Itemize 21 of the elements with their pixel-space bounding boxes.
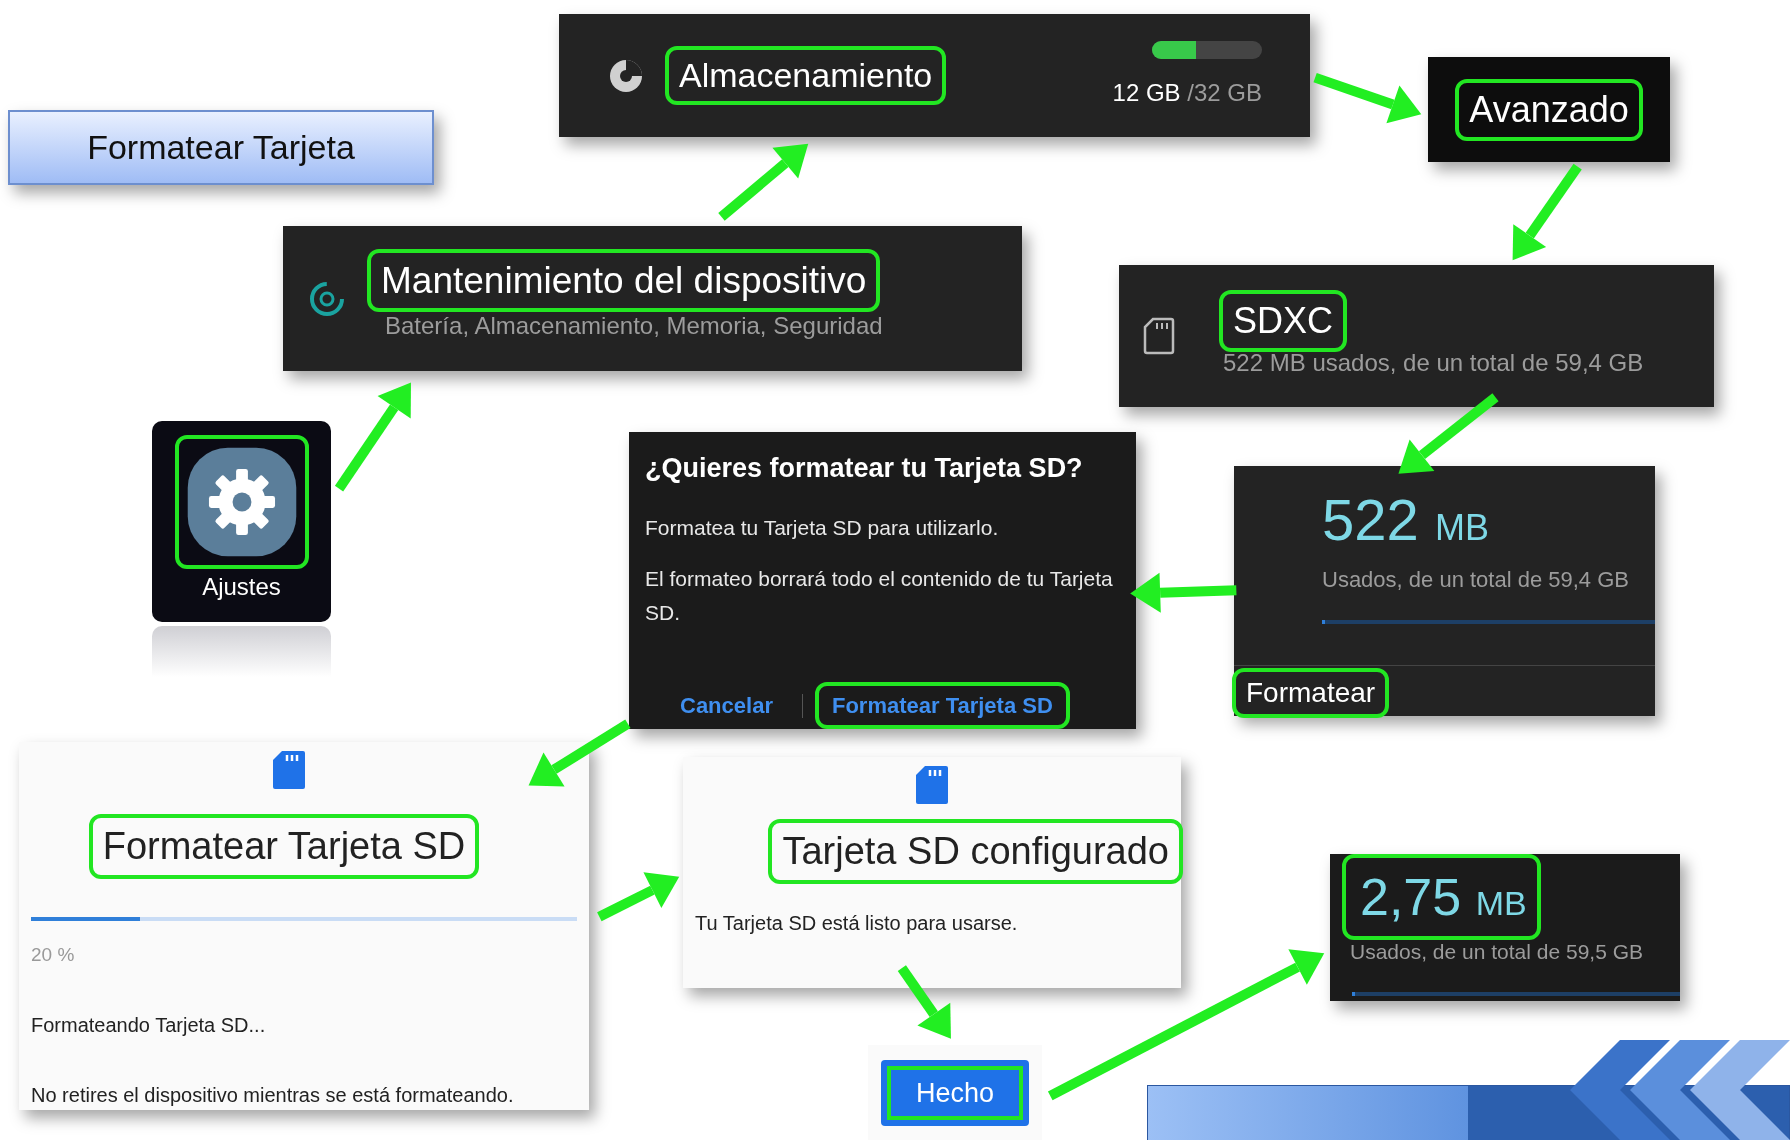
row-subtitle: 522 MB usados, de un total de 59,4 GB bbox=[1223, 348, 1644, 378]
usage-subtitle: Usados, de un total de 59,5 GB bbox=[1349, 939, 1645, 965]
used-amount: 12 GB bbox=[1112, 78, 1182, 106]
row-subtitle: Batería, Almacenamiento, Memoria, Seguridad bbox=[385, 311, 883, 342]
sd-card-icon bbox=[272, 750, 306, 790]
title-text: Formatear Tarjeta bbox=[87, 127, 355, 168]
total-amount: /32 GB bbox=[1187, 78, 1262, 106]
dialog-button[interactable]: Cancelar bbox=[667, 686, 786, 725]
usage-amount: 522 MB bbox=[1322, 486, 1490, 554]
app-label: Ajustes bbox=[202, 571, 281, 602]
completion-message: Tu Tarjeta SD está listo para usarse. bbox=[695, 911, 1018, 936]
usage-subtitle: Usados, de un total de 59,4 GB bbox=[1322, 566, 1630, 594]
status-text: Formateando Tarjeta SD... bbox=[31, 1012, 266, 1038]
progress-percent: 20 % bbox=[31, 943, 75, 967]
dialog-title: ¿Quieres formatear tu Tarjeta SD? bbox=[645, 452, 1084, 485]
dialog-message: El formateo borrará todo el contenido de tu Tarjeta SD. bbox=[645, 566, 1114, 626]
done-button[interactable]: Hecho bbox=[881, 1060, 1029, 1126]
dialog-message: Formatea tu Tarjeta SD para utilizarlo. bbox=[645, 514, 1000, 541]
sd-card-icon bbox=[915, 765, 949, 805]
sd-card-icon bbox=[1143, 317, 1175, 355]
note-text: No retires el dispositivo mientras se está formateando. bbox=[31, 1082, 514, 1108]
